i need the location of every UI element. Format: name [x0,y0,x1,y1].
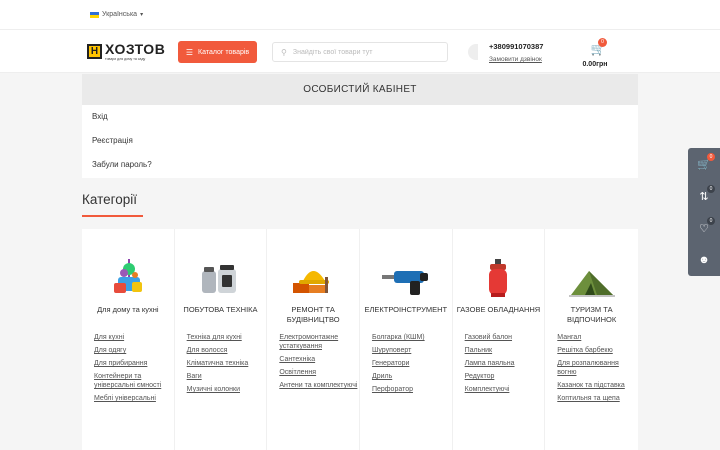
side-compare-badge: 0 [707,185,715,193]
search-input[interactable] [292,48,433,56]
header: Н ХОЗТОВ товари для дому та саду ☰ Катал… [0,30,720,73]
account-title: ОСОБИСТИЙ КАБІНЕТ [82,74,638,105]
subcategory-link[interactable]: Шуруповерт [372,346,452,355]
subcategory-link[interactable]: Для прибирання [94,359,174,368]
side-wishlist-button[interactable]: ♡ 0 [688,212,720,244]
search-icon[interactable]: ⚲ [281,48,287,57]
subcategory-link[interactable]: Пальник [465,346,545,355]
logo-mark: Н [87,43,102,59]
category-gas-equipment: ГАЗОВЕ ОБЛАДНАННЯ Газовий балон Пальник … [453,229,546,450]
catalog-button[interactable]: ☰ Каталог товарів [178,41,257,63]
menu-icon: ☰ [185,47,194,57]
renovation-image[interactable] [267,229,359,301]
catalog-button-label: Каталог товарів [198,48,250,56]
category-home-kitchen: Для дому та кухні Для кухні Для одягу Дл… [82,229,175,450]
topbar: Українська ▾ [0,0,720,30]
forgot-password-link[interactable]: Забули пароль? [82,153,638,177]
category-title[interactable]: РЕМОНТ ТА БУДІВНИЦТВО [267,305,359,329]
subcategory-link[interactable]: Болгарка (КШМ) [372,333,452,342]
side-account-button[interactable]: ☻ [688,244,720,276]
category-title[interactable]: ЕЛЕКТРОІНСТРУМЕНТ [360,305,452,329]
subcategory-link[interactable]: Кліматична техніка [187,359,267,368]
category-title[interactable]: ПОБУТОВА ТЕХНІКА [175,305,267,329]
subcategory-link[interactable]: Коптильня та щепа [557,394,638,403]
subcategory-link[interactable]: Редуктор [465,372,545,381]
ukraine-flag-icon [90,11,99,18]
category-appliances: ПОБУТОВА ТЕХНІКА Техніка для кухні Для в… [175,229,268,450]
category-title[interactable]: Для дому та кухні [82,305,174,329]
gas-equipment-image[interactable] [453,229,545,301]
side-wishlist-badge: 0 [707,217,715,225]
subcategory-link[interactable]: Казанок та підставка [557,381,638,390]
side-compare-button[interactable]: ⇅ 0 [688,180,720,212]
language-selector[interactable]: Українська ▾ [90,11,143,18]
subcategory-link[interactable]: Освітлення [279,368,359,377]
logo-name: ХОЗТОВ [105,40,166,57]
subcategory-link[interactable]: Комплектуючі [465,385,545,394]
subcategory-link[interactable]: Антени та комплектуючі [279,381,359,390]
subcategory-link[interactable]: Меблі універсальні [94,394,174,403]
category-title[interactable]: ТУРИЗМ ТА ВІДПОЧИНОК [545,305,638,329]
subcategory-link[interactable]: Мангал [557,333,638,342]
subcategory-link[interactable]: Ваги [187,372,267,381]
category-power-tools: ЕЛЕКТРОІНСТРУМЕНТ Болгарка (КШМ) Шурупов… [360,229,453,450]
power-tools-image[interactable] [360,229,452,301]
chevron-down-icon: ▾ [140,12,144,18]
subcategory-link[interactable]: Дриль [372,372,452,381]
phone-block: +380991070387 Замовити дзвінок [489,42,543,63]
categories-grid: Для дому та кухні Для кухні Для одягу Дл… [82,229,638,450]
tourism-image[interactable] [545,229,638,301]
side-toolbar: 🛒 0 ⇅ 0 ♡ 0 ☻ [688,148,720,276]
logo-tagline: товари для дому та саду [105,56,146,61]
user-icon: ☻ [698,254,710,266]
subcategory-link[interactable]: Для кухні [94,333,174,342]
callback-link[interactable]: Замовити дзвінок [489,56,543,63]
subcategory-link[interactable]: Для одягу [94,346,174,355]
subcategory-link[interactable]: Сантехніка [279,355,359,364]
subcategory-link[interactable]: Для волосся [187,346,267,355]
subcategory-link[interactable]: Техніка для кухні [187,333,267,342]
phone-number[interactable]: +380991070387 [489,42,543,51]
subcategory-link[interactable]: Електромонтажне устаткування [279,333,359,351]
subcategory-link[interactable]: Газовий балон [465,333,545,342]
phone-icon [468,44,478,60]
subcategory-link[interactable]: Музичні колонки [187,385,267,394]
language-label: Українська [102,11,138,18]
side-cart-badge: 0 [707,153,715,161]
subcategory-link[interactable]: Контейнери та універсальні ємності [94,372,174,390]
home-kitchen-image[interactable] [82,229,174,301]
logo[interactable]: Н ХОЗТОВ товари для дому та саду [87,42,167,61]
subcategory-link[interactable]: Перфоратор [372,385,452,394]
category-title[interactable]: ГАЗОВЕ ОБЛАДНАННЯ [453,305,545,329]
login-link[interactable]: Вхід [82,105,638,129]
appliances-image[interactable] [175,229,267,301]
search-box: ⚲ [272,42,448,62]
category-renovation: РЕМОНТ ТА БУДІВНИЦТВО Електромонтажне ус… [267,229,360,450]
cart-count-badge: 0 [598,38,607,47]
subcategory-link[interactable]: Для розпалювання вогню [557,359,638,377]
header-cart[interactable]: 🛒 0 0.00грн [582,38,613,68]
subcategory-link[interactable]: Лампа паяльна [465,359,545,368]
account-panel: ОСОБИСТИЙ КАБІНЕТ Вхід Реєстрація Забули… [82,74,638,178]
register-link[interactable]: Реєстрація [82,129,638,153]
side-cart-button[interactable]: 🛒 0 [688,148,720,180]
heading-underline [82,215,143,217]
subcategory-link[interactable]: Решітка барбекю [557,346,638,355]
categories-heading: Категорії [82,192,138,207]
subcategory-link[interactable]: Генератори [372,359,452,368]
cart-total: 0.00грн [582,61,608,68]
category-tourism: ТУРИЗМ ТА ВІДПОЧИНОК Мангал Решітка барб… [545,229,638,450]
